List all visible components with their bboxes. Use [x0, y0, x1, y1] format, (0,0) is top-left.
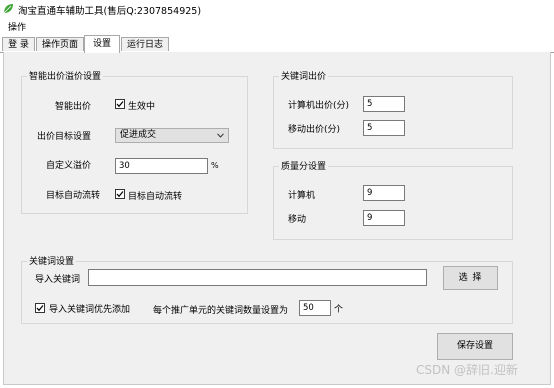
window-title: 淘宝直通车辅助工具(售后Q:2307854925) — [18, 6, 202, 17]
quality-mobile-input[interactable]: 9 — [363, 210, 405, 226]
keyword-count-unit: 个 — [334, 305, 344, 315]
priority-add-checkbox[interactable] — [35, 303, 45, 313]
check-icon — [36, 305, 44, 312]
mobile-bid-input[interactable]: 5 — [363, 120, 405, 136]
menu-item-operate[interactable]: 操作 — [8, 20, 26, 33]
quality-score-group — [273, 166, 513, 240]
quality-score-group-title: 质量分设置 — [279, 159, 329, 172]
smart-bid-label: 智能出价 — [55, 102, 92, 112]
keyword-settings-group-title: 关键词设置 — [27, 254, 77, 267]
custom-premium-label: 自定义溢价 — [46, 161, 92, 171]
smart-bid-checkbox[interactable] — [115, 99, 125, 109]
quality-pc-input[interactable]: 9 — [363, 185, 405, 201]
pc-bid-input[interactable]: 5 — [363, 96, 405, 112]
leaf-app-icon — [3, 4, 13, 14]
tab-operation[interactable]: 操作页面 — [36, 37, 84, 51]
keyword-bid-group-title: 关键词出价 — [279, 69, 329, 82]
select-button[interactable]: 选 择 — [443, 266, 498, 290]
auto-flow-checkbox-label: 目标自动流转 — [128, 192, 183, 202]
bid-target-label: 出价目标设置 — [37, 132, 92, 142]
keyword-count-input[interactable]: 50 — [299, 300, 331, 316]
mobile-bid-label: 移动出价(分) — [288, 125, 341, 135]
watermark-text: CSDN @辞旧.迎新 — [416, 363, 518, 377]
keyword-bid-group — [273, 76, 513, 149]
chevron-down-icon — [217, 133, 224, 138]
menu-bar: 操作 — [0, 18, 554, 33]
quality-pc-label: 计算机 — [288, 191, 316, 201]
smart-bid-checkbox-label: 生效中 — [128, 102, 156, 112]
priority-add-label: 导入关键词优先添加 — [49, 305, 131, 315]
tab-run-log[interactable]: 运行日志 — [121, 37, 169, 51]
pc-bid-label: 计算机出价(分) — [288, 101, 350, 111]
bid-target-select[interactable]: 促进成交 — [115, 128, 229, 143]
check-icon — [116, 191, 124, 198]
save-settings-button[interactable]: 保存设置 — [437, 333, 513, 360]
tab-strip: 登 录 操作页面 设置 运行日志 — [0, 35, 554, 53]
tab-settings[interactable]: 设置 — [84, 35, 120, 53]
premium-unit: % — [211, 161, 219, 170]
bid-target-value: 促进成交 — [120, 130, 157, 140]
check-icon — [116, 101, 124, 108]
tab-login[interactable]: 登 录 — [2, 37, 35, 51]
auto-flow-label: 目标自动流转 — [46, 191, 101, 201]
title-bar: 淘宝直通车辅助工具(售后Q:2307854925) — [0, 0, 554, 18]
custom-premium-input[interactable]: 30 — [115, 158, 208, 174]
smart-bid-group-title: 智能出价溢价设置 — [27, 69, 104, 82]
auto-flow-checkbox[interactable] — [115, 189, 125, 199]
import-keyword-input[interactable] — [88, 269, 427, 286]
import-keyword-label: 导入关键词 — [35, 275, 81, 285]
keyword-count-label: 每个推广单元的关键词数量设置为 — [153, 306, 289, 316]
quality-mobile-label: 移动 — [288, 215, 307, 225]
